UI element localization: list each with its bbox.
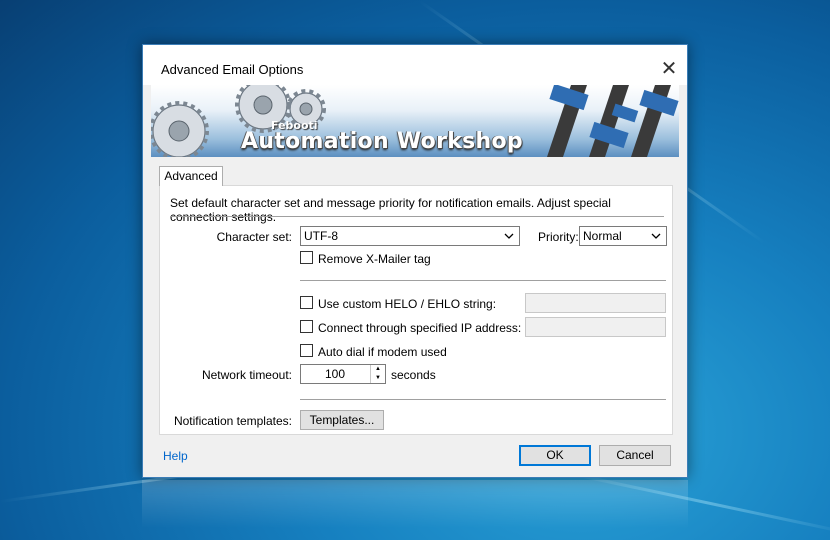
panel-description: Set default character set and message pr… (170, 196, 611, 224)
advanced-panel: Set default character set and message pr… (159, 185, 673, 435)
auto-dial-checkbox[interactable] (300, 344, 313, 357)
title-bar[interactable]: Advanced Email Options ✕ (143, 45, 687, 85)
timeout-label: Network timeout: (201, 368, 292, 382)
timeout-value: 100 (324, 367, 346, 381)
charset-select[interactable]: UTF-8 (300, 226, 520, 246)
connect-ip-input[interactable] (525, 317, 666, 337)
chevron-down-icon (649, 227, 663, 245)
priority-label: Priority: (538, 230, 579, 244)
divider (300, 280, 666, 281)
priority-select[interactable]: Normal (579, 226, 667, 246)
ok-button[interactable]: OK (519, 445, 591, 466)
banner-product-name: Automation Workshop (241, 129, 523, 154)
custom-helo-checkbox[interactable] (300, 296, 313, 309)
custom-helo-input[interactable] (525, 293, 666, 313)
priority-value: Normal (583, 229, 622, 243)
connect-ip-checkbox[interactable] (300, 320, 313, 333)
close-icon: ✕ (660, 57, 678, 80)
timeout-spin-buttons: ▲ ▼ (370, 365, 385, 383)
window-title: Advanced Email Options (161, 62, 304, 77)
divider (300, 399, 666, 400)
charset-value: UTF-8 (304, 229, 338, 243)
chevron-down-icon (502, 227, 516, 245)
divider (170, 216, 664, 217)
wallpaper-streak (559, 470, 830, 536)
remove-xmailer-label: Remove X-Mailer tag (318, 252, 431, 266)
remove-xmailer-checkbox[interactable] (300, 251, 313, 264)
dialog-reflection (142, 480, 688, 540)
tab-advanced[interactable]: Advanced (159, 166, 223, 186)
connect-ip-label: Connect through specified IP address: (318, 321, 522, 335)
auto-dial-label: Auto dial if modem used (318, 345, 447, 359)
help-link[interactable]: Help (163, 449, 188, 463)
charset-label: Character set: (216, 230, 292, 244)
close-button[interactable]: ✕ (655, 55, 683, 81)
templates-label: Notification templates: (173, 414, 292, 428)
spin-up-icon[interactable]: ▲ (371, 365, 385, 374)
timeout-unit: seconds (391, 368, 436, 382)
timeout-stepper[interactable]: 100 ▲ ▼ (300, 364, 386, 384)
templates-button[interactable]: Templates... (300, 410, 384, 430)
spin-down-icon[interactable]: ▼ (371, 374, 385, 383)
custom-helo-label: Use custom HELO / EHLO string: (318, 297, 497, 311)
cancel-button[interactable]: Cancel (599, 445, 671, 466)
product-banner: Febooti Automation Workshop (151, 85, 679, 157)
advanced-email-options-dialog: Advanced Email Options ✕ Febooti Automat… (142, 44, 688, 478)
